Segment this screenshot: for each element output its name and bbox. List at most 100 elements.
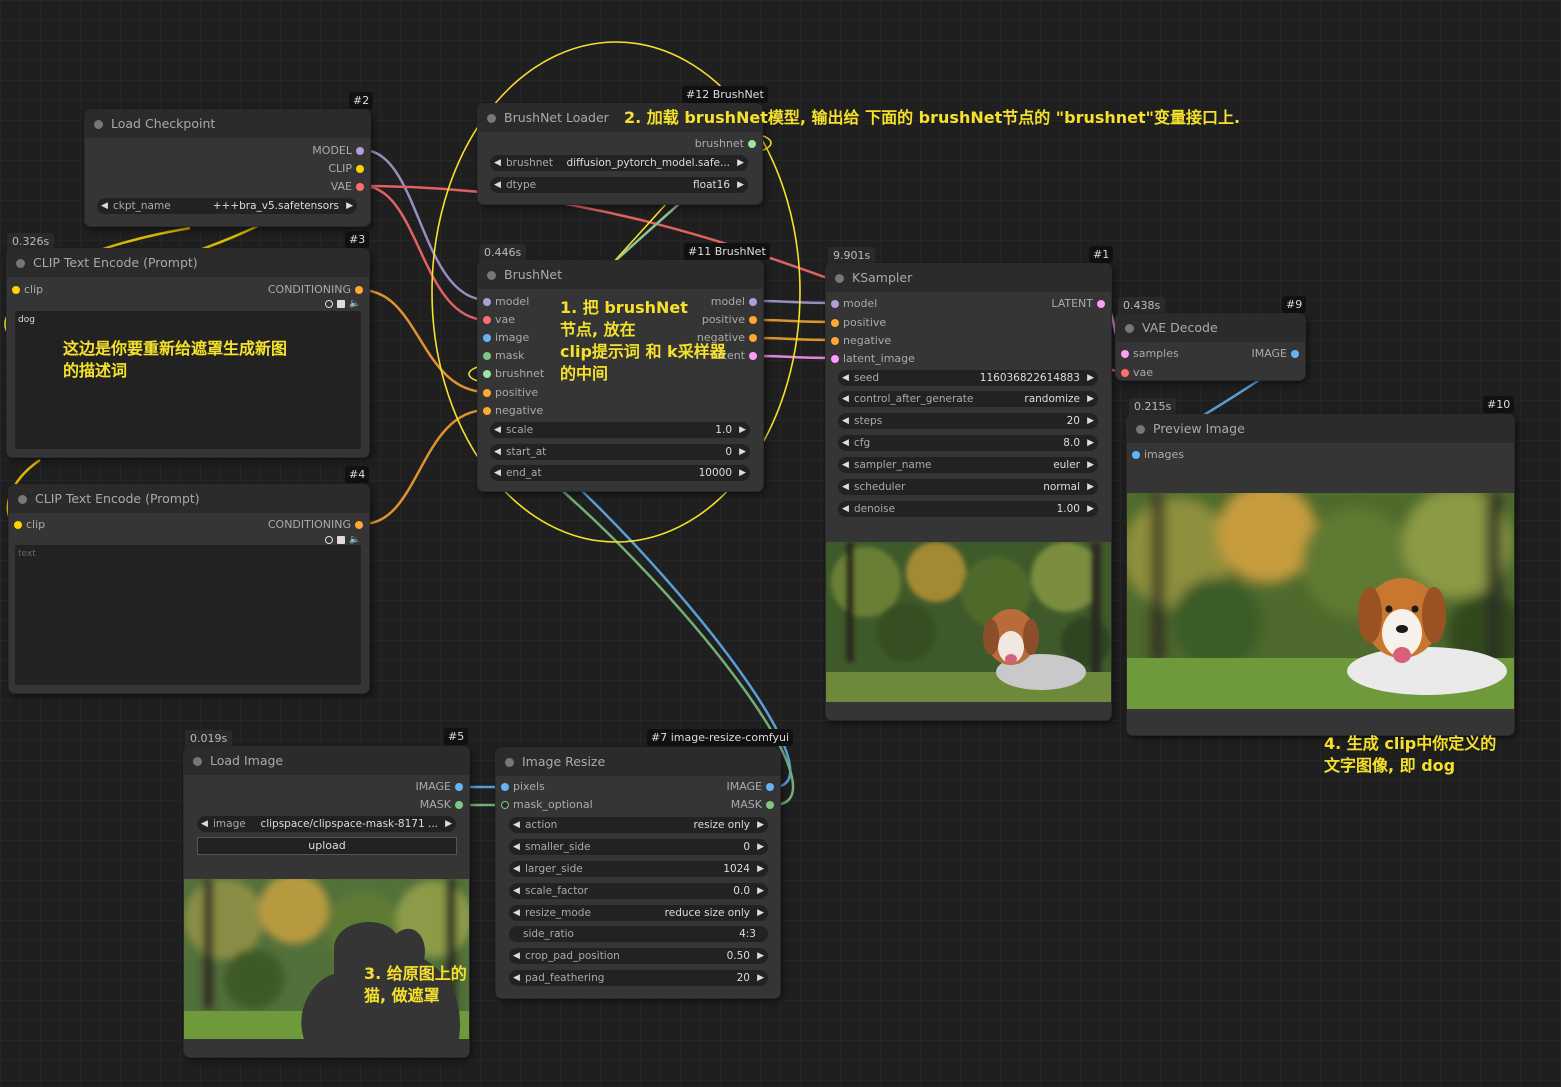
slot-dot[interactable] <box>831 355 839 363</box>
circle-icon[interactable] <box>325 300 333 308</box>
slot-dot[interactable] <box>356 183 364 191</box>
slot-dot[interactable] <box>455 783 463 791</box>
slot-dot[interactable] <box>1121 369 1129 377</box>
widget-seed[interactable]: ◀ seed 116036822614883 ▶ <box>838 370 1098 386</box>
widget-control-after-generate[interactable]: ◀ control_after_generate randomize ▶ <box>838 391 1098 407</box>
collapse-dot[interactable] <box>16 259 25 268</box>
widget-denoise[interactable]: ◀ denoise 1.00 ▶ <box>838 501 1098 517</box>
node-header[interactable]: Image Resize <box>496 748 780 776</box>
input-samples[interactable]: samples <box>1121 347 1179 361</box>
widget-end-at[interactable]: ◀ end_at 10000 ▶ <box>490 465 750 481</box>
output-brushnet[interactable]: brushnet <box>695 137 756 151</box>
widget-dtype[interactable]: ◀ dtype float16 ▶ <box>490 177 748 193</box>
left-arrow-icon[interactable]: ◀ <box>494 155 501 171</box>
right-arrow-icon[interactable]: ▶ <box>346 198 353 214</box>
collapse-dot[interactable] <box>1125 324 1134 333</box>
left-arrow-icon[interactable]: ◀ <box>842 370 849 386</box>
speaker-icon[interactable]: 🔈 <box>349 536 360 545</box>
upload-button[interactable]: upload <box>197 837 457 855</box>
node-preview-image[interactable]: Preview Image images <box>1127 415 1514 735</box>
left-arrow-icon[interactable]: ◀ <box>494 422 501 438</box>
widget-ckpt-name[interactable]: ◀ ckpt_name +++bra_v5.safetensors ▶ <box>97 198 357 214</box>
slot-dot[interactable] <box>483 334 491 342</box>
node-header[interactable]: BrushNet <box>478 261 763 289</box>
right-arrow-icon[interactable]: ▶ <box>1087 457 1094 473</box>
input-brushnet[interactable]: brushnet <box>483 367 544 381</box>
output-image[interactable]: IMAGE <box>415 780 463 794</box>
widget-resize-mode[interactable]: ◀ resize_mode reduce size only ▶ <box>509 905 768 921</box>
right-arrow-icon[interactable]: ▶ <box>757 839 764 855</box>
widget-scale-factor[interactable]: ◀ scale_factor 0.0 ▶ <box>509 883 768 899</box>
right-arrow-icon[interactable]: ▶ <box>757 883 764 899</box>
node-header[interactable]: Load Checkpoint <box>85 110 370 138</box>
slot-dot[interactable] <box>501 783 509 791</box>
right-arrow-icon[interactable]: ▶ <box>445 816 452 832</box>
left-arrow-icon[interactable]: ◀ <box>513 861 520 877</box>
node-header[interactable]: VAE Decode <box>1116 314 1305 342</box>
widget-cfg[interactable]: ◀ cfg 8.0 ▶ <box>838 435 1098 451</box>
collapse-dot[interactable] <box>487 271 496 280</box>
widget-sampler-name[interactable]: ◀ sampler_name euler ▶ <box>838 457 1098 473</box>
left-arrow-icon[interactable]: ◀ <box>842 457 849 473</box>
node-image-resize[interactable]: Image Resize pixels mask_optional IMAGE … <box>496 748 780 998</box>
slot-dot[interactable] <box>501 801 509 809</box>
prompt-textarea[interactable]: text <box>15 545 361 685</box>
checkbox-icon[interactable] <box>337 536 345 544</box>
right-arrow-icon[interactable]: ▶ <box>757 817 764 833</box>
widget-smaller-side[interactable]: ◀ smaller_side 0 ▶ <box>509 839 768 855</box>
input-vae[interactable]: vae <box>1121 366 1153 380</box>
right-arrow-icon[interactable]: ▶ <box>739 444 746 460</box>
collapse-dot[interactable] <box>18 495 27 504</box>
right-arrow-icon[interactable]: ▶ <box>737 177 744 193</box>
slot-dot[interactable] <box>749 316 757 324</box>
slot-dot[interactable] <box>483 407 491 415</box>
widget-image[interactable]: ◀ image clipspace/clipspace-mask-8171 ... ▶ <box>197 816 456 832</box>
widget-larger-side[interactable]: ◀ larger_side 1024 ▶ <box>509 861 768 877</box>
input-mask-optional[interactable]: mask_optional <box>501 798 593 812</box>
node-vae-decode[interactable]: VAE Decode samples vae IMAGE <box>1116 314 1305 380</box>
slot-dot[interactable] <box>355 521 363 529</box>
widget-start-at[interactable]: ◀ start_at 0 ▶ <box>490 444 750 460</box>
collapse-dot[interactable] <box>835 274 844 283</box>
slot-dot[interactable] <box>749 334 757 342</box>
input-image[interactable]: image <box>483 331 529 345</box>
left-arrow-icon[interactable]: ◀ <box>494 177 501 193</box>
widget-action[interactable]: ◀ action resize only ▶ <box>509 817 768 833</box>
node-load-checkpoint[interactable]: Load Checkpoint MODEL CLIP VAE ◀ ckpt_nam… <box>85 110 370 226</box>
left-arrow-icon[interactable]: ◀ <box>513 883 520 899</box>
right-arrow-icon[interactable]: ▶ <box>1087 435 1094 451</box>
widget-side-ratio[interactable]: side_ratio 4:3 <box>509 926 768 942</box>
widget-brushnet-model[interactable]: ◀ brushnet diffusion_pytorch_model.safe...… <box>490 155 748 171</box>
slot-dot[interactable] <box>483 370 491 378</box>
slot-dot[interactable] <box>483 389 491 397</box>
slot-dot[interactable] <box>749 352 757 360</box>
node-header[interactable]: KSampler <box>826 264 1111 292</box>
slot-dot[interactable] <box>831 337 839 345</box>
slot-dot[interactable] <box>483 298 491 306</box>
input-vae[interactable]: vae <box>483 313 515 327</box>
widget-steps[interactable]: ◀ steps 20 ▶ <box>838 413 1098 429</box>
slot-dot[interactable] <box>483 352 491 360</box>
collapse-dot[interactable] <box>193 757 202 766</box>
slot-dot[interactable] <box>483 316 491 324</box>
input-mask[interactable]: mask <box>483 349 525 363</box>
output-image[interactable]: IMAGE <box>1251 347 1299 361</box>
right-arrow-icon[interactable]: ▶ <box>757 905 764 921</box>
slot-dot[interactable] <box>1097 300 1105 308</box>
node-clip-text-encode-negative[interactable]: CLIP Text Encode (Prompt) clip CONDITION… <box>9 485 369 693</box>
left-arrow-icon[interactable]: ◀ <box>513 905 520 921</box>
slot-dot[interactable] <box>1291 350 1299 358</box>
right-arrow-icon[interactable]: ▶ <box>1087 391 1094 407</box>
checkbox-icon[interactable] <box>337 300 345 308</box>
left-arrow-icon[interactable]: ◀ <box>513 948 520 964</box>
node-header[interactable]: CLIP Text Encode (Prompt) <box>7 249 369 277</box>
node-header[interactable]: CLIP Text Encode (Prompt) <box>9 485 369 513</box>
slot-dot[interactable] <box>749 298 757 306</box>
input-pixels[interactable]: pixels <box>501 780 545 794</box>
left-arrow-icon[interactable]: ◀ <box>842 391 849 407</box>
right-arrow-icon[interactable]: ▶ <box>757 948 764 964</box>
slot-dot[interactable] <box>831 319 839 327</box>
output-vae[interactable]: VAE <box>331 180 364 194</box>
left-arrow-icon[interactable]: ◀ <box>842 435 849 451</box>
node-load-image[interactable]: Load Image IMAGE MASK ◀ image clipspace/cl… <box>184 747 469 1057</box>
